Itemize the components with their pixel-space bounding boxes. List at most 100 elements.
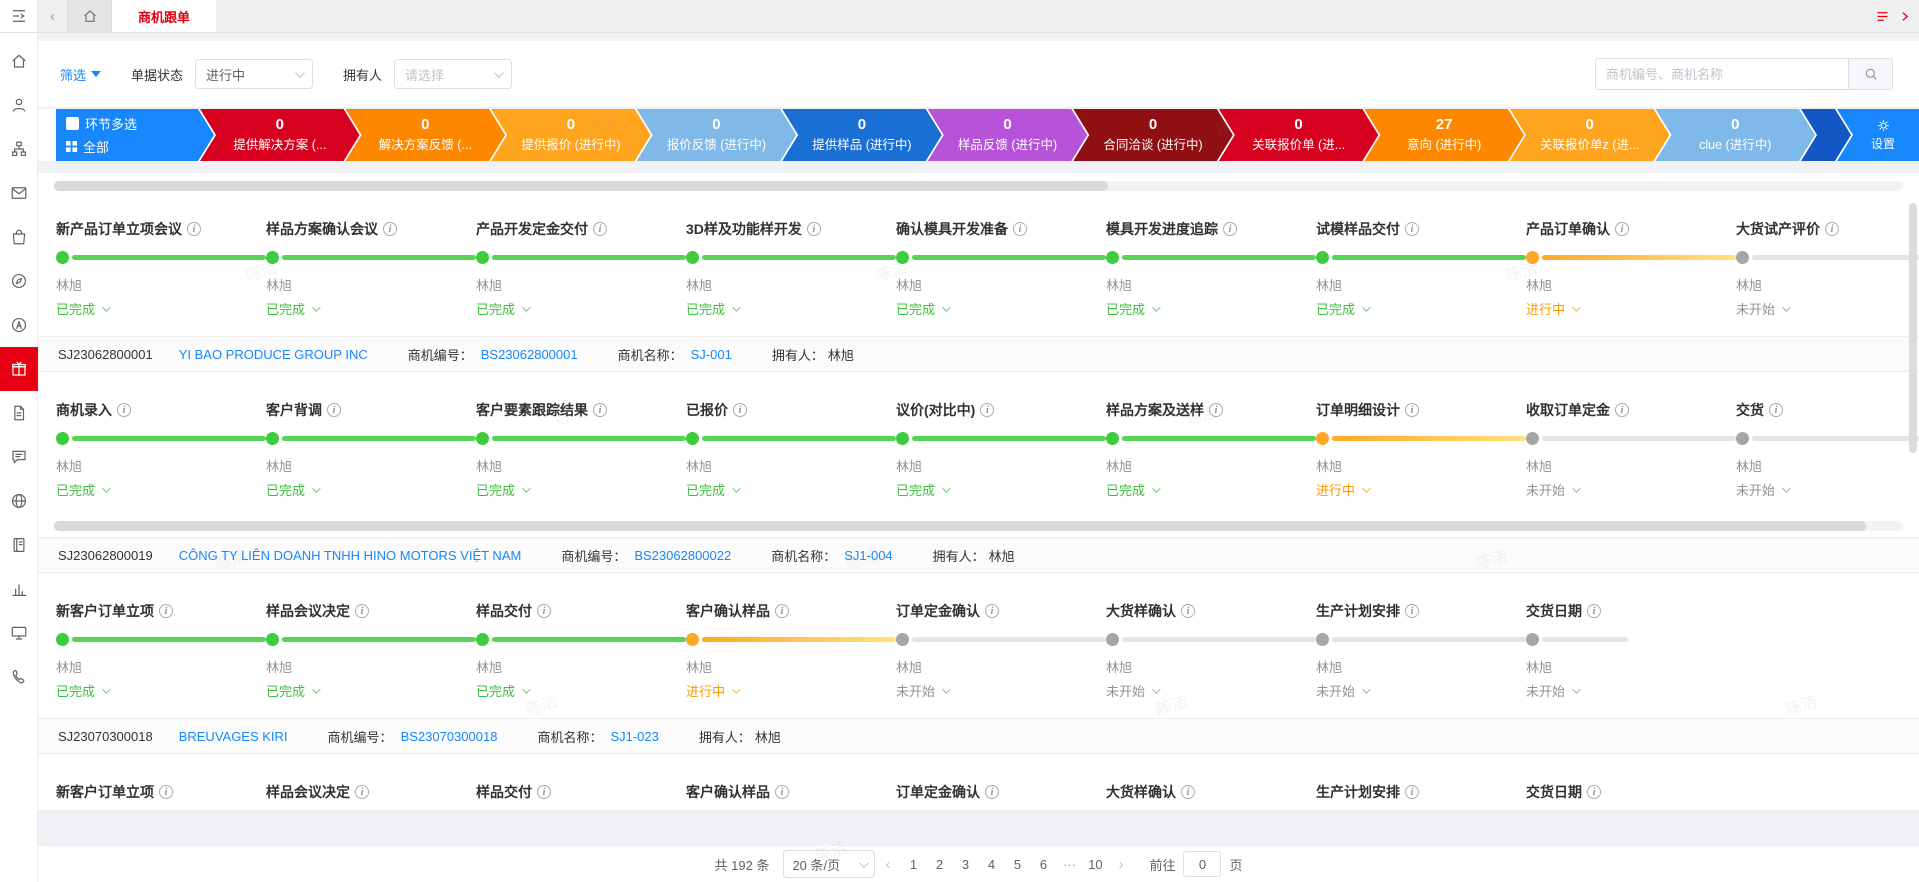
multiselect-checkbox[interactable] [66,117,79,130]
info-icon[interactable]: i [775,785,789,799]
sidebar-item-chat[interactable] [0,435,38,479]
opportunity-code-link[interactable]: BS23062800022 [634,548,731,563]
page-number-3[interactable]: 3 [952,857,978,872]
sidebar-item-phone[interactable] [0,655,38,699]
filter-toggle[interactable]: 筛选 [60,65,101,84]
status-select[interactable]: 进行中 [195,59,313,89]
info-icon[interactable]: i [383,222,397,236]
prev-page-button[interactable]: ‹ [885,856,890,873]
info-icon[interactable]: i [159,785,173,799]
info-icon[interactable]: i [1181,785,1195,799]
pipeline-stage-1[interactable]: 0提供解决方案 (... [200,109,360,161]
company-link[interactable]: BREUVAGES KIRI [179,729,288,744]
page-number-4[interactable]: 4 [978,857,1004,872]
page-number-10[interactable]: 10 [1082,857,1108,872]
sidebar-item-bag[interactable] [0,215,38,259]
info-icon[interactable]: i [593,403,607,417]
sidebar-item-notebook[interactable] [0,523,38,567]
home-tab-button[interactable] [68,0,112,32]
info-icon[interactable]: i [1405,785,1419,799]
stage-status-dropdown[interactable]: 进行中 [1526,299,1736,318]
sidebar-item-user[interactable] [0,83,38,127]
info-icon[interactable]: i [537,785,551,799]
info-icon[interactable]: i [985,785,999,799]
page-number-2[interactable]: 2 [926,857,952,872]
info-icon[interactable]: i [1181,604,1195,618]
info-icon[interactable]: i [807,222,821,236]
pipeline-stage-5[interactable]: 0提供样品 (进行中) [782,109,942,161]
opportunity-code-link[interactable]: BS23070300018 [401,729,498,744]
info-icon[interactable]: i [1223,222,1237,236]
info-icon[interactable]: i [117,403,131,417]
info-icon[interactable]: i [733,403,747,417]
tab-list-icon[interactable] [1875,9,1890,24]
pipeline-stage-7[interactable]: 0合同洽谈 (进行中) [1073,109,1233,161]
info-icon[interactable]: i [327,403,341,417]
stage-status-dropdown[interactable]: 已完成 [896,299,1106,318]
info-icon[interactable]: i [1615,222,1629,236]
stage-status-dropdown[interactable]: 已完成 [476,480,686,499]
all-label[interactable]: 全部 [83,137,109,156]
stage-status-dropdown[interactable]: 已完成 [1106,299,1316,318]
sidebar-item-globe[interactable] [0,479,38,523]
stage-status-dropdown[interactable]: 未开始 [1106,681,1316,700]
pipeline-stage-2[interactable]: 0解决方案反馈 (... [346,109,506,161]
company-link[interactable]: YI BAO PRODUCE GROUP INC [179,347,368,362]
sidebar-item-monitor[interactable] [0,611,38,655]
info-icon[interactable]: i [1405,222,1419,236]
page-number-1[interactable]: 1 [900,857,926,872]
back-chevron-icon[interactable]: ‹ [38,0,68,32]
opportunity-code-link[interactable]: BS23062800001 [481,347,578,362]
scrollbar-thumb[interactable] [54,521,1866,531]
stage-status-dropdown[interactable]: 已完成 [56,681,266,700]
page-size-select[interactable]: 20 条/页 [783,850,875,878]
stage-status-dropdown[interactable]: 已完成 [896,480,1106,499]
opportunity-name-link[interactable]: SJ1-004 [844,548,892,563]
stage-status-dropdown[interactable]: 已完成 [686,480,896,499]
horizontal-scrollbar[interactable] [54,181,1903,191]
sidebar-item-document[interactable] [0,391,38,435]
info-icon[interactable]: i [1587,785,1601,799]
info-icon[interactable]: i [1769,403,1783,417]
stage-status-dropdown[interactable]: 已完成 [56,299,266,318]
pipeline-stage-6[interactable]: 0样品反馈 (进行中) [928,109,1088,161]
vertical-scrollbar-thumb[interactable] [1909,203,1917,453]
info-icon[interactable]: i [1405,604,1419,618]
scrollbar-thumb[interactable] [54,181,1108,191]
horizontal-scrollbar[interactable] [54,521,1903,531]
stage-status-dropdown[interactable]: 已完成 [266,480,476,499]
stage-status-dropdown[interactable]: 已完成 [266,299,476,318]
info-icon[interactable]: i [1587,604,1601,618]
info-icon[interactable]: i [985,604,999,618]
stage-status-dropdown[interactable]: 已完成 [1106,480,1316,499]
next-page-button[interactable]: › [1118,856,1123,873]
info-icon[interactable]: i [355,604,369,618]
stage-status-dropdown[interactable]: 已完成 [476,299,686,318]
info-icon[interactable]: i [1405,403,1419,417]
stage-status-dropdown[interactable]: 进行中 [686,681,896,700]
stage-status-dropdown[interactable]: 已完成 [476,681,686,700]
sidebar-item-compass[interactable] [0,259,38,303]
search-button[interactable] [1848,59,1892,89]
sidebar-item-home[interactable] [0,39,38,83]
pipeline-stage-9[interactable]: 27意向 (进行中) [1364,109,1524,161]
info-icon[interactable]: i [1615,403,1629,417]
pipeline-stage-3[interactable]: 0提供报价 (进行中) [491,109,651,161]
company-link[interactable]: CÔNG TY LIÊN DOANH TNHH HINO MOTORS VIỆT… [179,548,522,563]
info-icon[interactable]: i [593,222,607,236]
stage-status-dropdown[interactable]: 未开始 [1736,299,1919,318]
info-icon[interactable]: i [159,604,173,618]
stage-status-dropdown[interactable]: 已完成 [266,681,476,700]
info-icon[interactable]: i [1209,403,1223,417]
info-icon[interactable]: i [775,604,789,618]
page-number-5[interactable]: 5 [1004,857,1030,872]
pipeline-stage-4[interactable]: 0报价反馈 (进行中) [637,109,797,161]
sidebar-item-bar-chart[interactable] [0,567,38,611]
pipeline-stage-8[interactable]: 0关联报价单 (进... [1219,109,1379,161]
tab-scroll-right-icon[interactable] [1898,10,1911,23]
stage-status-dropdown[interactable]: 未开始 [1736,480,1919,499]
sidebar-item-mail[interactable] [0,171,38,215]
sidebar-item-circle-a[interactable] [0,303,38,347]
owner-select[interactable]: 请选择 [394,59,512,89]
info-icon[interactable]: i [187,222,201,236]
